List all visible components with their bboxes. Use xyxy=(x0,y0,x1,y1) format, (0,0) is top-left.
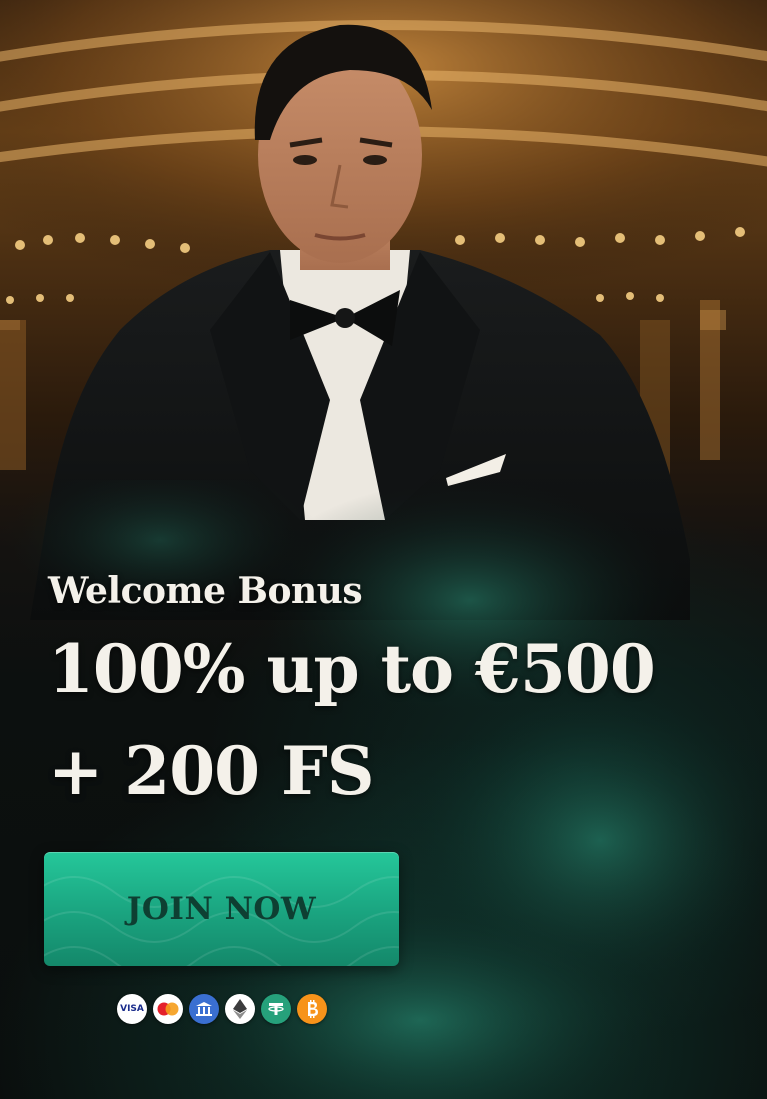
payment-methods-row: VISA xyxy=(117,994,327,1024)
visa-label: VISA xyxy=(120,1004,144,1014)
bitcoin-icon xyxy=(297,994,327,1024)
mastercard-icon xyxy=(153,994,183,1024)
visa-icon: VISA xyxy=(117,994,147,1024)
ethereum-icon xyxy=(225,994,255,1024)
tether-icon xyxy=(261,994,291,1024)
join-now-button[interactable]: JOIN NOW xyxy=(44,852,399,966)
welcome-bonus-label: Welcome Bonus xyxy=(48,570,363,612)
bank-icon xyxy=(189,994,219,1024)
bonus-offer-line-2: + 200 FS xyxy=(48,732,375,810)
promo-banner: Welcome Bonus 100% up to €500 + 200 FS J… xyxy=(0,0,767,1099)
join-now-label: JOIN NOW xyxy=(126,891,317,927)
bonus-offer-line-1: 100% up to €500 xyxy=(48,630,656,708)
